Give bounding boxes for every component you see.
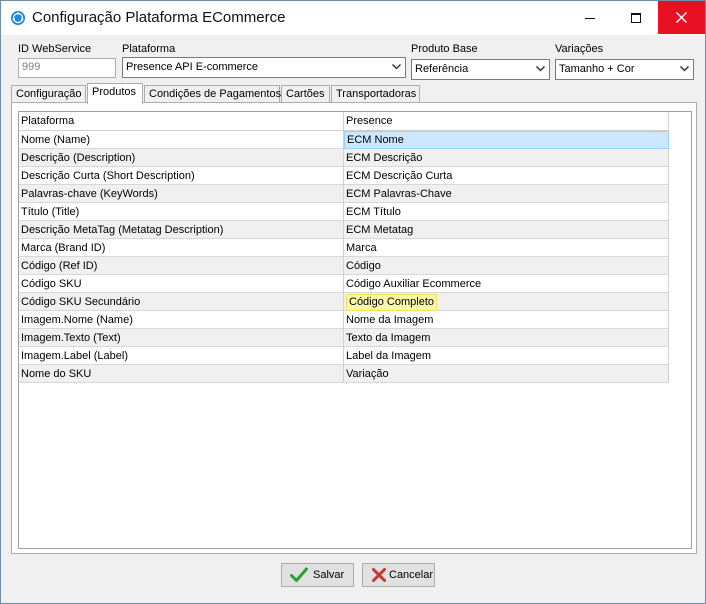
cell-plataforma[interactable]: Imagem.Label (Label) xyxy=(19,347,344,365)
variacoes-value: Tamanho + Cor xyxy=(559,63,635,75)
cell-plataforma[interactable]: Nome (Name) xyxy=(19,131,344,149)
table-row[interactable]: Palavras-chave (KeyWords) ECM Palavras-Ch… xyxy=(19,185,669,203)
table-row[interactable]: Nome do SKU Variação xyxy=(19,365,669,383)
variacoes-select[interactable]: Tamanho + Cor xyxy=(555,59,694,80)
maximize-icon xyxy=(631,13,641,23)
table-row[interactable]: Nome (Name) ECM Nome xyxy=(19,131,669,149)
cell-presence[interactable]: ECM Nome xyxy=(344,131,669,149)
cell-presence[interactable]: Variação xyxy=(344,365,669,383)
window-title: Configuração Plataforma ECommerce xyxy=(32,9,286,26)
cell-plataforma[interactable]: Código SKU xyxy=(19,275,344,293)
cell-plataforma[interactable]: Título (Title) xyxy=(19,203,344,221)
cell-presence[interactable]: ECM Palavras-Chave xyxy=(344,185,669,203)
cell-plataforma[interactable]: Nome do SKU xyxy=(19,365,344,383)
app-logo-icon xyxy=(11,11,25,25)
maximize-button[interactable] xyxy=(613,1,659,34)
config-window: Configuração Plataforma ECommerce ID Web… xyxy=(0,0,706,604)
chevron-down-icon xyxy=(392,64,401,70)
cell-presence[interactable]: Código Auxiliar Ecommerce xyxy=(344,275,669,293)
close-button[interactable] xyxy=(658,1,705,34)
cell-presence[interactable]: Label da Imagem xyxy=(344,347,669,365)
table-row[interactable]: Descrição MetaTag (Metatag Description) E… xyxy=(19,221,669,239)
table-row[interactable]: Título (Title) ECM Título xyxy=(19,203,669,221)
produto-base-value: Referência xyxy=(415,63,469,75)
cell-presence[interactable]: Nome da Imagem xyxy=(344,311,669,329)
variacoes-label: Variações xyxy=(555,43,604,55)
cell-presence[interactable]: ECM Título xyxy=(344,203,669,221)
cell-plataforma[interactable]: Descrição (Description) xyxy=(19,149,344,167)
cancel-button-label: Cancelar xyxy=(389,569,434,581)
table-row[interactable]: Imagem.Nome (Name) Nome da Imagem xyxy=(19,311,669,329)
table-row[interactable]: Descrição (Description) ECM Descrição xyxy=(19,149,669,167)
cell-presence[interactable]: Código Completo xyxy=(344,293,669,311)
id-webservice-label: ID WebService xyxy=(18,43,92,55)
table-row[interactable]: Código SKU Secundário Código Completo xyxy=(19,293,669,311)
table-row[interactable]: Imagem.Texto (Text) Texto da Imagem xyxy=(19,329,669,347)
cross-icon xyxy=(372,568,386,582)
close-icon xyxy=(676,12,687,23)
table-row[interactable]: Marca (Brand ID) Marca xyxy=(19,239,669,257)
mapping-grid[interactable]: Plataforma Presence Nome (Name) ECM Nome D… xyxy=(18,111,692,549)
minimize-icon xyxy=(585,18,595,19)
table-row[interactable]: Código SKU Código Auxiliar Ecommerce xyxy=(19,275,669,293)
table-row[interactable]: Código (Ref ID) Código xyxy=(19,257,669,275)
plataforma-label: Plataforma xyxy=(122,43,176,55)
produto-base-select[interactable]: Referência xyxy=(411,59,550,80)
cell-presence[interactable]: Código xyxy=(344,257,669,275)
cell-plataforma[interactable]: Marca (Brand ID) xyxy=(19,239,344,257)
tab-produtos[interactable]: Produtos xyxy=(87,83,143,104)
save-button[interactable]: Salvar xyxy=(281,563,354,587)
grid-header: Plataforma Presence xyxy=(19,112,669,131)
chevron-down-icon xyxy=(680,66,689,72)
cell-plataforma[interactable]: Palavras-chave (KeyWords) xyxy=(19,185,344,203)
cell-plataforma[interactable]: Código SKU Secundário xyxy=(19,293,344,311)
cancel-button[interactable]: Cancelar xyxy=(362,563,435,587)
save-button-label: Salvar xyxy=(313,569,345,581)
checkmark-icon xyxy=(290,567,308,582)
cell-presence[interactable]: Marca xyxy=(344,239,669,257)
id-webservice-input[interactable]: 999 xyxy=(18,58,116,78)
produto-base-label: Produto Base xyxy=(411,43,478,55)
cell-plataforma[interactable]: Descrição MetaTag (Metatag Description) xyxy=(19,221,344,239)
table-row[interactable]: Imagem.Label (Label) Label da Imagem xyxy=(19,347,669,365)
cell-plataforma[interactable]: Descrição Curta (Short Description) xyxy=(19,167,344,185)
plataforma-select[interactable]: Presence API E-commerce xyxy=(122,57,406,78)
cell-presence[interactable]: ECM Metatag xyxy=(344,221,669,239)
column-header-plataforma[interactable]: Plataforma xyxy=(19,112,344,130)
cell-presence[interactable]: ECM Descrição Curta xyxy=(344,167,669,185)
cell-plataforma[interactable]: Imagem.Nome (Name) xyxy=(19,311,344,329)
chevron-down-icon xyxy=(536,66,545,72)
cell-presence[interactable]: Texto da Imagem xyxy=(344,329,669,347)
table-row[interactable]: Descrição Curta (Short Description) ECM D… xyxy=(19,167,669,185)
produtos-tab-panel: Plataforma Presence Nome (Name) ECM Nome D… xyxy=(11,102,697,554)
cell-plataforma[interactable]: Imagem.Texto (Text) xyxy=(19,329,344,347)
title-bar: Configuração Plataforma ECommerce xyxy=(1,1,705,35)
highlighted-value: Código Completo xyxy=(346,294,437,311)
cell-plataforma[interactable]: Código (Ref ID) xyxy=(19,257,344,275)
plataforma-value: Presence API E-commerce xyxy=(126,61,259,73)
column-header-presence[interactable]: Presence xyxy=(344,112,669,130)
minimize-button[interactable] xyxy=(567,1,613,34)
cell-presence[interactable]: ECM Descrição xyxy=(344,149,669,167)
